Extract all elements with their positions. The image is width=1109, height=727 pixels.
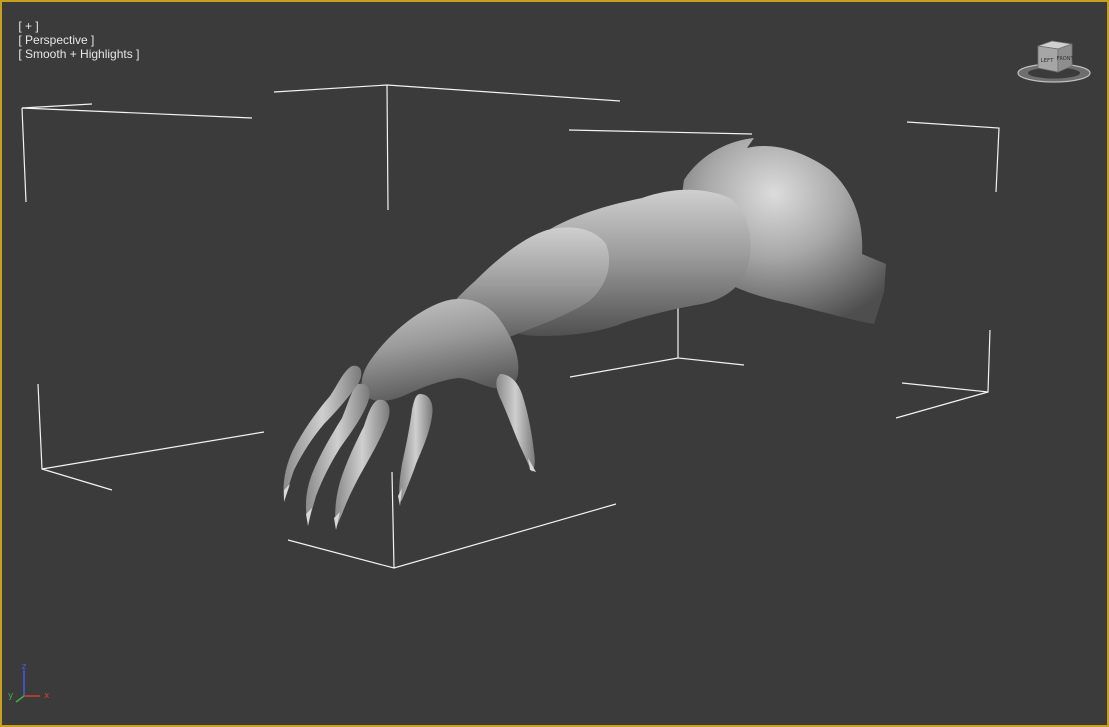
axis-y-label: y	[8, 691, 14, 701]
viewcube-left-label: LEFT	[1041, 58, 1055, 64]
perspective-viewport[interactable]: [ + ] [ Perspective ] [ Smooth + Highlig…	[0, 0, 1109, 727]
finger-index-mesh[interactable]	[399, 394, 433, 502]
axis-tripod-icon: z x y	[8, 662, 50, 703]
viewport-label-menu: [ + ] [ Perspective ] [ Smooth + Highlig…	[5, 5, 139, 75]
axis-x-label: x	[44, 691, 50, 701]
scene-canvas[interactable]	[2, 2, 1107, 725]
thumb-mesh[interactable]	[496, 374, 535, 472]
viewcube-icon[interactable]: LEFT FRONT	[1016, 38, 1092, 86]
viewport-view-menu[interactable]: [ Perspective ]	[18, 33, 94, 47]
axis-z-label: z	[22, 662, 27, 672]
viewcube-front-label: FRONT	[1056, 56, 1074, 62]
viewport-plus-menu[interactable]: [ + ]	[18, 19, 38, 33]
viewport-shading-menu[interactable]: [ Smooth + Highlights ]	[18, 47, 139, 61]
hand-mesh[interactable]	[361, 298, 519, 401]
arm-mesh[interactable]	[283, 138, 886, 530]
